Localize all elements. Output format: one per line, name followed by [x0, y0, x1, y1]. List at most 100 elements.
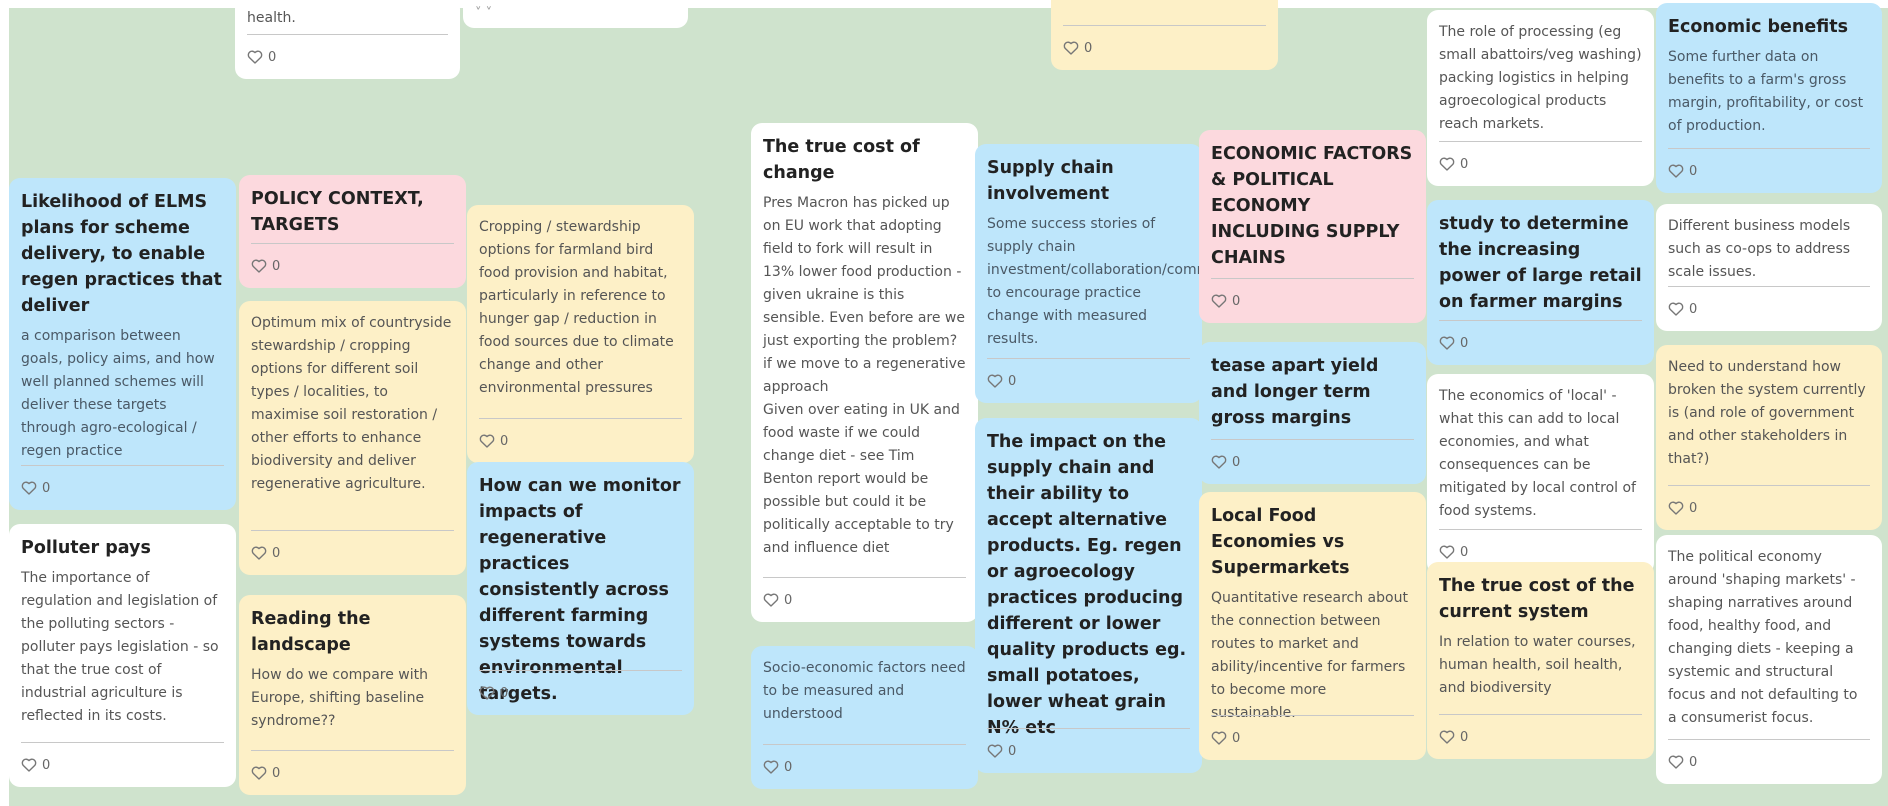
card-local-food[interactable]: Local Food Economies vs Supermarkets Qua… — [1199, 492, 1426, 760]
heart-outline-icon — [1211, 455, 1227, 469]
card-economic-benefits[interactable]: Economic benefits Some further data on b… — [1656, 3, 1882, 193]
card-body: The political economy around 'shaping ma… — [1668, 549, 1858, 726]
heart-outline-icon — [251, 766, 267, 780]
card-title: ECONOMIC FACTORS & POLITICAL ECONOMY INC… — [1211, 144, 1413, 268]
like-button[interactable]: 0 — [251, 750, 454, 795]
card-business-models[interactable]: Different business models such as co-ops… — [1656, 204, 1882, 331]
like-button[interactable]: 0 — [1668, 485, 1870, 530]
like-count: 0 — [500, 433, 509, 449]
heart-outline-icon — [479, 434, 495, 448]
board-canvas[interactable]: health. 0 ˅ ˅ 0 Likelihood of ELMS plans… — [9, 0, 1888, 806]
card-title: The impact on the supply chain and their… — [987, 432, 1187, 738]
heart-outline-icon — [1439, 545, 1455, 559]
card-economic-factors[interactable]: ECONOMIC FACTORS & POLITICAL ECONOMY INC… — [1199, 130, 1426, 323]
card-body: Quantitative research about the connecti… — [1211, 590, 1408, 721]
card-political-economy[interactable]: The political economy around 'shaping ma… — [1656, 535, 1882, 784]
card-body: Optimum mix of countryside stewardship /… — [251, 315, 452, 492]
like-count: 0 — [42, 757, 51, 773]
card-supply-chain[interactable]: Supply chain involvement Some success st… — [975, 144, 1202, 403]
heart-outline-icon — [21, 481, 37, 495]
heart-outline-icon — [479, 686, 495, 700]
like-button[interactable]: 0 — [1211, 715, 1414, 760]
like-count: 0 — [1689, 301, 1698, 317]
heart-outline-icon — [21, 758, 37, 772]
card-retail-power[interactable]: study to determine the increasing power … — [1427, 200, 1654, 365]
heart-outline-icon — [763, 593, 779, 607]
like-button[interactable]: 0 — [1668, 286, 1870, 331]
card-polluter-pays[interactable]: Polluter pays The importance of regulati… — [9, 524, 236, 787]
like-button[interactable]: 0 — [1211, 439, 1414, 484]
like-button[interactable]: 0 — [21, 465, 224, 510]
like-count: 0 — [268, 49, 277, 65]
like-button[interactable]: 0 — [247, 34, 448, 79]
card-title: Polluter pays — [21, 538, 151, 558]
card-title: Local Food Economies vs Supermarkets — [1211, 506, 1350, 578]
like-button[interactable]: 0 — [1063, 25, 1266, 70]
like-count: 0 — [1460, 156, 1469, 172]
like-button[interactable]: 0 — [251, 243, 454, 288]
like-button[interactable]: 0 — [763, 577, 966, 622]
card-title: Reading the landscape — [251, 609, 371, 655]
heart-outline-icon — [987, 744, 1003, 758]
expand-toggle[interactable]: ˅ ˅ — [475, 0, 676, 28]
heart-outline-icon — [1439, 336, 1455, 350]
like-button[interactable]: 0 — [1211, 278, 1414, 323]
card-optimum-mix[interactable]: Optimum mix of countryside stewardship /… — [239, 301, 466, 575]
card-body: Socio-economic factors need to be measur… — [763, 660, 966, 722]
card-elms[interactable]: Likelihood of ELMS plans for scheme deli… — [9, 178, 236, 510]
like-button[interactable]: 0 — [1439, 320, 1642, 365]
card-body: The economics of 'local' - what this can… — [1439, 388, 1636, 519]
card-socio-economic[interactable]: Socio-economic factors need to be measur… — [751, 646, 978, 789]
like-button[interactable]: 0 — [21, 742, 224, 787]
like-button[interactable]: 0 — [763, 744, 966, 789]
card-reading-landscape[interactable]: Reading the landscape How do we compare … — [239, 595, 466, 795]
card-chevrons-partial[interactable]: ˅ ˅ — [463, 0, 688, 28]
card-broken-system[interactable]: Need to understand how broken the system… — [1656, 345, 1882, 530]
heart-outline-icon — [987, 374, 1003, 388]
card-body: Some further data on benefits to a farm'… — [1668, 49, 1864, 134]
card-body: Need to understand how broken the system… — [1668, 359, 1866, 467]
card-body: The role of processing (eg small abattoi… — [1439, 24, 1642, 132]
card-health-partial[interactable]: health. 0 — [235, 0, 460, 79]
like-count: 0 — [1689, 754, 1698, 770]
like-count: 0 — [1232, 730, 1241, 746]
heart-outline-icon — [763, 760, 779, 774]
like-button[interactable]: 0 — [1439, 141, 1642, 186]
like-button[interactable]: 0 — [251, 530, 454, 575]
card-impact-supply[interactable]: The impact on the supply chain and their… — [975, 418, 1202, 773]
like-count: 0 — [784, 759, 793, 775]
heart-outline-icon — [1063, 41, 1079, 55]
card-true-cost-current[interactable]: The true cost of the current system In r… — [1427, 562, 1654, 759]
like-count: 0 — [1460, 544, 1469, 560]
card-local-economics[interactable]: The economics of 'local' - what this can… — [1427, 374, 1654, 574]
like-button[interactable]: 0 — [987, 358, 1190, 403]
card-body: health. — [247, 10, 296, 26]
card-cropping[interactable]: Cropping / stewardship options for farml… — [467, 205, 694, 463]
heart-outline-icon — [247, 50, 263, 64]
card-policy-context[interactable]: POLICY CONTEXT, TARGETS 0 — [239, 175, 466, 288]
heart-outline-icon — [1668, 302, 1684, 316]
card-title: POLICY CONTEXT, TARGETS — [251, 189, 424, 235]
card-yellow-partial[interactable]: 0 — [1051, 0, 1278, 70]
card-body: How do we compare with Europe, shifting … — [251, 667, 428, 729]
like-count: 0 — [1008, 373, 1017, 389]
like-count: 0 — [1008, 743, 1017, 759]
card-monitor[interactable]: How can we monitor impacts of regenerati… — [467, 462, 694, 715]
like-button[interactable]: 0 — [1439, 714, 1642, 759]
card-title: Likelihood of ELMS plans for scheme deli… — [21, 192, 222, 316]
like-button[interactable]: 0 — [1668, 739, 1870, 784]
card-title: Economic benefits — [1668, 17, 1849, 37]
like-count: 0 — [784, 592, 793, 608]
card-body: Pres Macron has picked up on EU work tha… — [763, 195, 966, 556]
heart-outline-icon — [1439, 157, 1455, 171]
like-button[interactable]: 0 — [987, 728, 1190, 773]
card-processing[interactable]: The role of processing (eg small abattoi… — [1427, 10, 1654, 186]
like-count: 0 — [1689, 163, 1698, 179]
card-true-cost-change[interactable]: The true cost of change Pres Macron has … — [751, 123, 978, 622]
card-tease-apart[interactable]: tease apart yield and longer term gross … — [1199, 342, 1426, 484]
card-title: Supply chain involvement — [987, 158, 1114, 204]
like-button[interactable]: 0 — [479, 418, 682, 463]
like-button[interactable]: 0 — [479, 670, 682, 715]
heart-outline-icon — [1439, 730, 1455, 744]
like-button[interactable]: 0 — [1668, 148, 1870, 193]
